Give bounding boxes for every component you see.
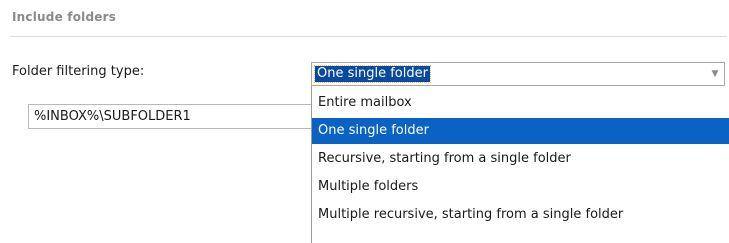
section-title: Include folders	[12, 10, 117, 24]
dropdown-item-entire-mailbox[interactable]: Entire mailbox	[312, 90, 729, 116]
select-selected-value: One single folder	[314, 65, 431, 83]
folder-filtering-type-select[interactable]: One single folder ▼	[311, 62, 725, 86]
dropdown-item-multiple-recursive[interactable]: Multiple recursive, starting from a sing…	[312, 202, 729, 228]
folder-path-input[interactable]: %INBOX%\SUBFOLDER1	[28, 104, 312, 129]
dropdown-item-one-single-folder[interactable]: One single folder	[312, 118, 729, 144]
chevron-down-icon[interactable]: ▼	[710, 69, 720, 79]
folder-filtering-type-dropdown: Entire mailbox One single folder Recursi…	[311, 86, 729, 243]
dropdown-item-recursive-single-folder[interactable]: Recursive, starting from a single folder	[312, 146, 729, 172]
section-divider	[10, 36, 727, 37]
folder-filtering-type-label: Folder filtering type:	[12, 64, 145, 79]
dropdown-item-multiple-folders[interactable]: Multiple folders	[312, 174, 729, 200]
include-folders-panel: Include folders Folder filtering type: O…	[0, 0, 729, 243]
